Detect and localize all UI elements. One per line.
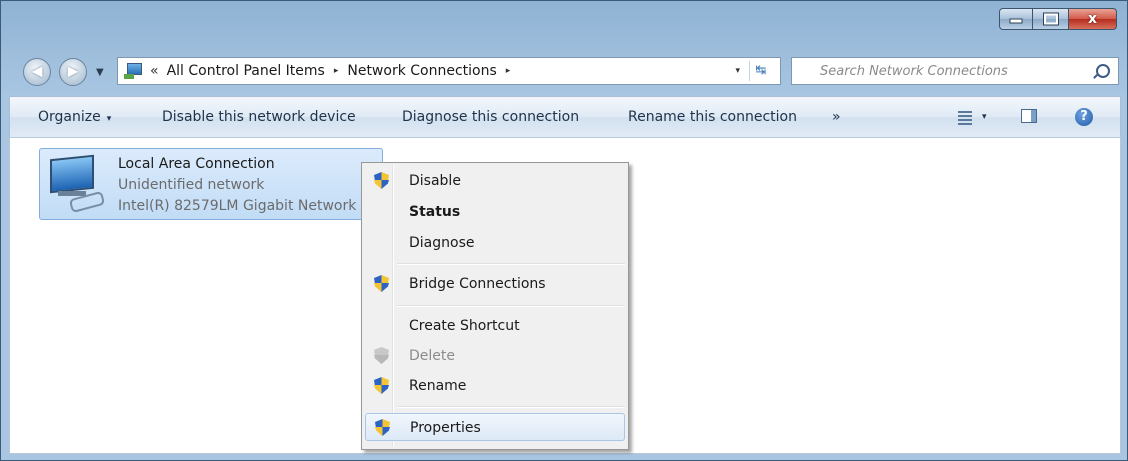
menu-item-label: Create Shortcut (409, 318, 520, 334)
organize-label: Organize (38, 109, 101, 125)
menu-item-properties[interactable]: Properties (365, 413, 625, 441)
menu-item-diagnose[interactable]: Diagnose (365, 229, 625, 257)
connection-adapter: Intel(R) 82579LM Gigabit Network Connect… (118, 198, 380, 214)
menu-item-create-shortcut[interactable]: Create Shortcut (365, 312, 625, 340)
back-button[interactable]: ◀ (23, 58, 51, 86)
uac-shield-icon (374, 275, 389, 292)
menu-item-label: Rename (409, 378, 467, 394)
uac-shield-icon (374, 347, 389, 364)
menu-separator (397, 263, 625, 265)
connection-status: Unidentified network (118, 177, 265, 193)
disable-device-button[interactable]: Disable this network device (162, 97, 356, 137)
connection-item[interactable]: Local Area Connection Unidentified netwo… (39, 148, 383, 220)
menu-item-label: Status (409, 204, 461, 220)
views-icon[interactable] (958, 110, 972, 125)
breadcrumb-network-connections[interactable]: Network Connections (347, 63, 496, 79)
search-box[interactable] (791, 57, 1119, 85)
chevron-down-icon: ▾ (106, 114, 112, 124)
search-input[interactable] (818, 62, 1082, 80)
control-panel-icon (124, 63, 142, 79)
command-bar: Organize ▾ Disable this network device Di… (9, 96, 1121, 138)
close-icon: x (1087, 11, 1098, 27)
address-dropdown-icon[interactable]: ▾ (735, 66, 740, 76)
menu-item-label: Delete (409, 348, 455, 364)
back-arrow-icon: ◀ (31, 63, 43, 80)
refresh-icon[interactable]: ↹ (749, 61, 772, 81)
menu-item-bridge-connections[interactable]: Bridge Connections (365, 270, 625, 298)
forward-button[interactable]: ▶ (59, 58, 87, 86)
explorer-window: x ◀ ▶ ▼ « All Control Panel Items ▸ Netw… (0, 0, 1128, 461)
breadcrumb-overflow[interactable]: « (150, 63, 159, 79)
preview-pane-icon[interactable] (1021, 109, 1037, 123)
recent-pages-chevron-down-icon[interactable]: ▼ (96, 67, 104, 78)
help-icon[interactable]: ? (1075, 108, 1093, 126)
address-bar[interactable]: « All Control Panel Items ▸ Network Conn… (117, 57, 781, 85)
uac-shield-icon (374, 172, 389, 189)
menu-item-rename[interactable]: Rename (365, 372, 625, 400)
forward-arrow-icon: ▶ (67, 63, 79, 80)
connection-details: Local Area Connection Unidentified netwo… (118, 154, 380, 217)
menu-separator (397, 406, 625, 408)
menu-item-label: Bridge Connections (409, 276, 546, 292)
menu-item-label: Diagnose (409, 235, 475, 251)
close-button[interactable]: x (1069, 8, 1117, 30)
diagnose-connection-button[interactable]: Diagnose this connection (402, 97, 579, 137)
breadcrumb-chevron-icon[interactable]: ▸ (506, 66, 511, 76)
views-dropdown-icon[interactable]: ▾ (982, 97, 987, 137)
menu-item-disable[interactable]: Disable (365, 167, 625, 195)
uac-shield-icon (375, 419, 390, 436)
menu-item-status[interactable]: Status (365, 198, 625, 226)
minimize-button[interactable] (999, 8, 1033, 30)
menu-item-label: Disable (409, 173, 461, 189)
uac-shield-icon (374, 377, 389, 394)
menu-item-label: Properties (410, 420, 481, 436)
maximize-button[interactable] (1033, 8, 1069, 30)
minimize-icon (1009, 18, 1023, 24)
network-adapter-icon (48, 154, 106, 214)
more-commands-button[interactable]: » (832, 97, 841, 137)
search-icon[interactable] (1096, 64, 1110, 78)
breadcrumb-chevron-icon[interactable]: ▸ (334, 66, 339, 76)
connection-name: Local Area Connection (118, 156, 275, 172)
menu-item-delete[interactable]: Delete (365, 342, 625, 370)
rename-connection-button[interactable]: Rename this connection (628, 97, 797, 137)
organize-button[interactable]: Organize ▾ (38, 97, 111, 137)
caption-buttons: x (999, 8, 1117, 30)
menu-separator (397, 305, 625, 307)
maximize-icon (1042, 12, 1059, 26)
context-menu: Disable Status Diagnose Bridge Connectio… (361, 162, 629, 450)
breadcrumb-all-control-panel-items[interactable]: All Control Panel Items (167, 63, 325, 79)
